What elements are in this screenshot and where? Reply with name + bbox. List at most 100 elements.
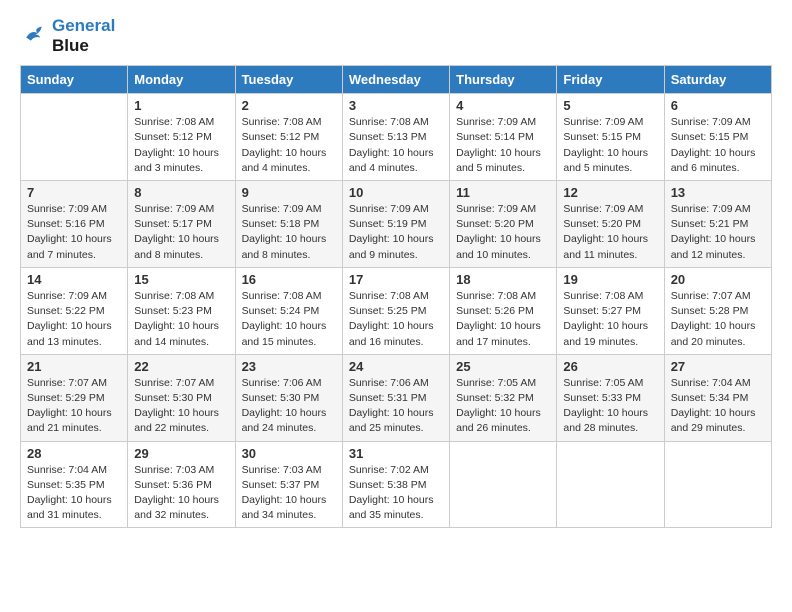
- week-row-5: 28 Sunrise: 7:04 AM Sunset: 5:35 PM Dayli…: [21, 441, 772, 528]
- day-number: 9: [242, 185, 336, 200]
- day-number: 18: [456, 272, 550, 287]
- day-number: 25: [456, 359, 550, 374]
- day-info: Sunrise: 7:08 AM Sunset: 5:12 PM Dayligh…: [134, 115, 228, 176]
- day-info: Sunrise: 7:04 AM Sunset: 5:35 PM Dayligh…: [27, 463, 121, 524]
- day-info: Sunrise: 7:02 AM Sunset: 5:38 PM Dayligh…: [349, 463, 443, 524]
- day-number: 12: [563, 185, 657, 200]
- day-info: Sunrise: 7:09 AM Sunset: 5:22 PM Dayligh…: [27, 289, 121, 350]
- day-info: Sunrise: 7:07 AM Sunset: 5:28 PM Dayligh…: [671, 289, 765, 350]
- day-number: 31: [349, 446, 443, 461]
- day-header-sunday: Sunday: [21, 66, 128, 94]
- day-number: 8: [134, 185, 228, 200]
- day-info: Sunrise: 7:04 AM Sunset: 5:34 PM Dayligh…: [671, 376, 765, 437]
- day-number: 13: [671, 185, 765, 200]
- calendar-cell: 12 Sunrise: 7:09 AM Sunset: 5:20 PM Dayli…: [557, 180, 664, 267]
- calendar-cell: 8 Sunrise: 7:09 AM Sunset: 5:17 PM Daylig…: [128, 180, 235, 267]
- day-info: Sunrise: 7:09 AM Sunset: 5:14 PM Dayligh…: [456, 115, 550, 176]
- calendar-table: SundayMondayTuesdayWednesdayThursdayFrid…: [20, 65, 772, 528]
- day-info: Sunrise: 7:09 AM Sunset: 5:16 PM Dayligh…: [27, 202, 121, 263]
- day-info: Sunrise: 7:09 AM Sunset: 5:15 PM Dayligh…: [563, 115, 657, 176]
- week-row-3: 14 Sunrise: 7:09 AM Sunset: 5:22 PM Dayli…: [21, 267, 772, 354]
- day-info: Sunrise: 7:09 AM Sunset: 5:17 PM Dayligh…: [134, 202, 228, 263]
- day-info: Sunrise: 7:05 AM Sunset: 5:32 PM Dayligh…: [456, 376, 550, 437]
- calendar-header-row: SundayMondayTuesdayWednesdayThursdayFrid…: [21, 66, 772, 94]
- calendar-cell: 1 Sunrise: 7:08 AM Sunset: 5:12 PM Daylig…: [128, 94, 235, 181]
- calendar-cell: [664, 441, 771, 528]
- day-number: 11: [456, 185, 550, 200]
- calendar-cell: 4 Sunrise: 7:09 AM Sunset: 5:14 PM Daylig…: [450, 94, 557, 181]
- day-info: Sunrise: 7:05 AM Sunset: 5:33 PM Dayligh…: [563, 376, 657, 437]
- day-number: 1: [134, 98, 228, 113]
- calendar-cell: 23 Sunrise: 7:06 AM Sunset: 5:30 PM Dayli…: [235, 354, 342, 441]
- day-number: 20: [671, 272, 765, 287]
- day-info: Sunrise: 7:09 AM Sunset: 5:21 PM Dayligh…: [671, 202, 765, 263]
- day-info: Sunrise: 7:09 AM Sunset: 5:20 PM Dayligh…: [563, 202, 657, 263]
- day-info: Sunrise: 7:07 AM Sunset: 5:30 PM Dayligh…: [134, 376, 228, 437]
- logo-icon: [20, 22, 48, 50]
- day-number: 10: [349, 185, 443, 200]
- day-number: 3: [349, 98, 443, 113]
- logo: General Blue: [20, 16, 115, 55]
- calendar-cell: 20 Sunrise: 7:07 AM Sunset: 5:28 PM Dayli…: [664, 267, 771, 354]
- day-number: 21: [27, 359, 121, 374]
- day-header-monday: Monday: [128, 66, 235, 94]
- calendar-cell: 22 Sunrise: 7:07 AM Sunset: 5:30 PM Dayli…: [128, 354, 235, 441]
- calendar-cell: 17Sunrise: 7:08 AM Sunset: 5:25 PM Dayli…: [342, 267, 449, 354]
- calendar-cell: 31 Sunrise: 7:02 AM Sunset: 5:38 PM Dayli…: [342, 441, 449, 528]
- day-header-wednesday: Wednesday: [342, 66, 449, 94]
- calendar-cell: 24 Sunrise: 7:06 AM Sunset: 5:31 PM Dayli…: [342, 354, 449, 441]
- day-info: Sunrise: 7:09 AM Sunset: 5:15 PM Dayligh…: [671, 115, 765, 176]
- day-number: 2: [242, 98, 336, 113]
- calendar-cell: 2 Sunrise: 7:08 AM Sunset: 5:12 PM Daylig…: [235, 94, 342, 181]
- day-number: 24: [349, 359, 443, 374]
- day-number: 28: [27, 446, 121, 461]
- calendar-cell: 11 Sunrise: 7:09 AM Sunset: 5:20 PM Dayli…: [450, 180, 557, 267]
- day-number: 26: [563, 359, 657, 374]
- day-number: 19: [563, 272, 657, 287]
- day-header-friday: Friday: [557, 66, 664, 94]
- calendar-cell: [557, 441, 664, 528]
- calendar-cell: 7 Sunrise: 7:09 AM Sunset: 5:16 PM Daylig…: [21, 180, 128, 267]
- day-number: 6: [671, 98, 765, 113]
- day-info: Sunrise: 7:03 AM Sunset: 5:36 PM Dayligh…: [134, 463, 228, 524]
- calendar-cell: 19 Sunrise: 7:08 AM Sunset: 5:27 PM Dayli…: [557, 267, 664, 354]
- calendar-cell: 15Sunrise: 7:08 AM Sunset: 5:23 PM Dayli…: [128, 267, 235, 354]
- calendar-cell: 18 Sunrise: 7:08 AM Sunset: 5:26 PM Dayli…: [450, 267, 557, 354]
- day-number: 7: [27, 185, 121, 200]
- calendar-cell: 29 Sunrise: 7:03 AM Sunset: 5:36 PM Dayli…: [128, 441, 235, 528]
- day-number: 5: [563, 98, 657, 113]
- calendar-cell: 26 Sunrise: 7:05 AM Sunset: 5:33 PM Dayli…: [557, 354, 664, 441]
- calendar-cell: 27 Sunrise: 7:04 AM Sunset: 5:34 PM Dayli…: [664, 354, 771, 441]
- day-number: 22: [134, 359, 228, 374]
- day-info: Sunrise: 7:09 AM Sunset: 5:20 PM Dayligh…: [456, 202, 550, 263]
- calendar-cell: 3 Sunrise: 7:08 AM Sunset: 5:13 PM Daylig…: [342, 94, 449, 181]
- day-info: Sunrise: 7:06 AM Sunset: 5:30 PM Dayligh…: [242, 376, 336, 437]
- day-number: 27: [671, 359, 765, 374]
- day-info: Sunrise: 7:08 AM Sunset: 5:27 PM Dayligh…: [563, 289, 657, 350]
- day-header-thursday: Thursday: [450, 66, 557, 94]
- day-number: 4: [456, 98, 550, 113]
- calendar-cell: [21, 94, 128, 181]
- day-info: Sunrise: 7:06 AM Sunset: 5:31 PM Dayligh…: [349, 376, 443, 437]
- week-row-2: 7 Sunrise: 7:09 AM Sunset: 5:16 PM Daylig…: [21, 180, 772, 267]
- calendar-cell: 21Sunrise: 7:07 AM Sunset: 5:29 PM Dayli…: [21, 354, 128, 441]
- day-info: Sunrise: 7:08 AM Sunset: 5:26 PM Dayligh…: [456, 289, 550, 350]
- day-number: 23: [242, 359, 336, 374]
- day-info: Sunrise: 7:08 AM Sunset: 5:12 PM Dayligh…: [242, 115, 336, 176]
- calendar-cell: 28 Sunrise: 7:04 AM Sunset: 5:35 PM Dayli…: [21, 441, 128, 528]
- calendar-cell: 25 Sunrise: 7:05 AM Sunset: 5:32 PM Dayli…: [450, 354, 557, 441]
- day-info: Sunrise: 7:03 AM Sunset: 5:37 PM Dayligh…: [242, 463, 336, 524]
- calendar-cell: 10 Sunrise: 7:09 AM Sunset: 5:19 PM Dayli…: [342, 180, 449, 267]
- day-header-tuesday: Tuesday: [235, 66, 342, 94]
- day-header-saturday: Saturday: [664, 66, 771, 94]
- day-number: 29: [134, 446, 228, 461]
- calendar-cell: 16Sunrise: 7:08 AM Sunset: 5:24 PM Dayli…: [235, 267, 342, 354]
- day-info: Sunrise: 7:08 AM Sunset: 5:24 PM Dayligh…: [242, 289, 336, 350]
- day-info: Sunrise: 7:09 AM Sunset: 5:19 PM Dayligh…: [349, 202, 443, 263]
- page-header: General Blue: [20, 16, 772, 55]
- day-info: Sunrise: 7:08 AM Sunset: 5:25 PM Dayligh…: [349, 289, 443, 350]
- day-info: Sunrise: 7:08 AM Sunset: 5:13 PM Dayligh…: [349, 115, 443, 176]
- logo-text: General Blue: [52, 16, 115, 55]
- week-row-1: 1 Sunrise: 7:08 AM Sunset: 5:12 PM Daylig…: [21, 94, 772, 181]
- day-number: 14: [27, 272, 121, 287]
